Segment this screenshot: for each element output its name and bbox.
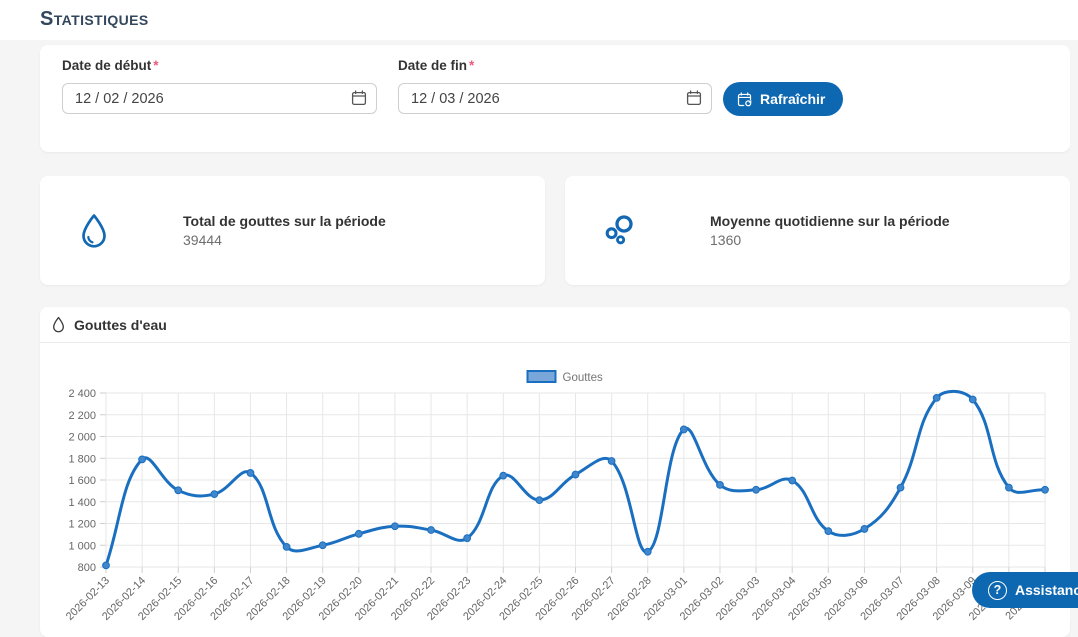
stat-value: 1360 xyxy=(710,232,950,248)
stat-card-total: Total de gouttes sur la période 39444 xyxy=(40,176,545,285)
data-point[interactable] xyxy=(211,491,218,498)
stat-title: Moyenne quotidienne sur la période xyxy=(710,213,950,229)
bubbles-icon xyxy=(605,213,635,249)
refresh-button-label: Rafraîchir xyxy=(760,91,825,107)
start-date-label: Date de début* xyxy=(62,58,377,73)
data-point[interactable] xyxy=(789,477,796,484)
data-point[interactable] xyxy=(572,471,579,478)
page-title: Statistiques xyxy=(40,8,149,31)
data-point[interactable] xyxy=(1042,486,1049,493)
data-point[interactable] xyxy=(500,472,507,479)
filter-panel: Date de début* Date de fin* xyxy=(40,45,1070,152)
stat-title: Total de gouttes sur la période xyxy=(183,213,386,229)
data-point[interactable] xyxy=(933,394,940,401)
data-point[interactable] xyxy=(536,497,543,504)
data-point[interactable] xyxy=(825,528,832,535)
required-asterisk: * xyxy=(469,58,474,73)
y-tick-label: 800 xyxy=(78,562,96,574)
data-point[interactable] xyxy=(103,562,110,569)
chart-header: Gouttes d'eau xyxy=(40,307,1070,343)
question-icon: ? xyxy=(988,581,1007,600)
start-date-label-text: Date de début xyxy=(62,58,151,73)
y-tick-label: 2 200 xyxy=(68,410,96,422)
y-tick-label: 2 400 xyxy=(68,388,96,400)
data-point[interactable] xyxy=(139,456,146,463)
y-tick-label: 2 000 xyxy=(68,432,96,444)
end-date-label-text: Date de fin xyxy=(398,58,467,73)
calendar-refresh-icon xyxy=(737,92,752,107)
data-point[interactable] xyxy=(717,481,724,488)
chart-title: Gouttes d'eau xyxy=(74,317,167,333)
chart-card: Gouttes d'eau 800 1 000 1 200 1 400 1 600 1 8… xyxy=(40,307,1070,637)
data-point[interactable] xyxy=(897,484,904,491)
assistance-button[interactable]: ? Assistance xyxy=(972,572,1078,608)
start-date-field: Date de début* xyxy=(62,58,377,114)
data-point[interactable] xyxy=(680,426,687,433)
start-date-input[interactable] xyxy=(62,83,377,114)
top-bar: Statistiques xyxy=(0,0,1078,40)
y-tick-label: 1 600 xyxy=(68,475,96,487)
y-tick-label: 1 800 xyxy=(68,453,96,465)
right-gutter xyxy=(1070,40,1078,620)
data-point[interactable] xyxy=(464,535,471,542)
data-point[interactable] xyxy=(247,470,254,477)
data-point[interactable] xyxy=(969,396,976,403)
y-tick-label: 1 000 xyxy=(68,540,96,552)
end-date-label: Date de fin* xyxy=(398,58,712,73)
data-point[interactable] xyxy=(753,486,760,493)
data-point[interactable] xyxy=(319,542,326,549)
water-drop-icon xyxy=(80,213,108,249)
data-point[interactable] xyxy=(392,523,399,530)
stat-value: 39444 xyxy=(183,232,386,248)
y-tick-label: 1 400 xyxy=(68,497,96,509)
data-point[interactable] xyxy=(355,530,362,537)
end-date-input[interactable] xyxy=(398,83,712,114)
refresh-button[interactable]: Rafraîchir xyxy=(723,82,843,116)
chart-svg: 800 1 000 1 200 1 400 1 600 1 800 2 000 2 200 2 … xyxy=(40,343,1070,637)
water-drop-icon xyxy=(52,316,65,333)
data-point[interactable] xyxy=(861,526,868,533)
stat-card-average: Moyenne quotidienne sur la période 1360 xyxy=(565,176,1070,285)
data-point[interactable] xyxy=(175,487,182,494)
data-point[interactable] xyxy=(428,527,435,534)
legend-label[interactable]: Gouttes xyxy=(563,372,604,384)
data-point[interactable] xyxy=(608,458,615,465)
data-point[interactable] xyxy=(283,543,290,550)
y-tick-label: 1 200 xyxy=(68,519,96,531)
data-point[interactable] xyxy=(1005,484,1012,491)
data-point[interactable] xyxy=(644,548,651,555)
assistance-button-label: Assistance xyxy=(1015,582,1078,598)
end-date-field: Date de fin* xyxy=(398,58,712,114)
legend-swatch[interactable] xyxy=(528,371,556,382)
required-asterisk: * xyxy=(153,58,158,73)
